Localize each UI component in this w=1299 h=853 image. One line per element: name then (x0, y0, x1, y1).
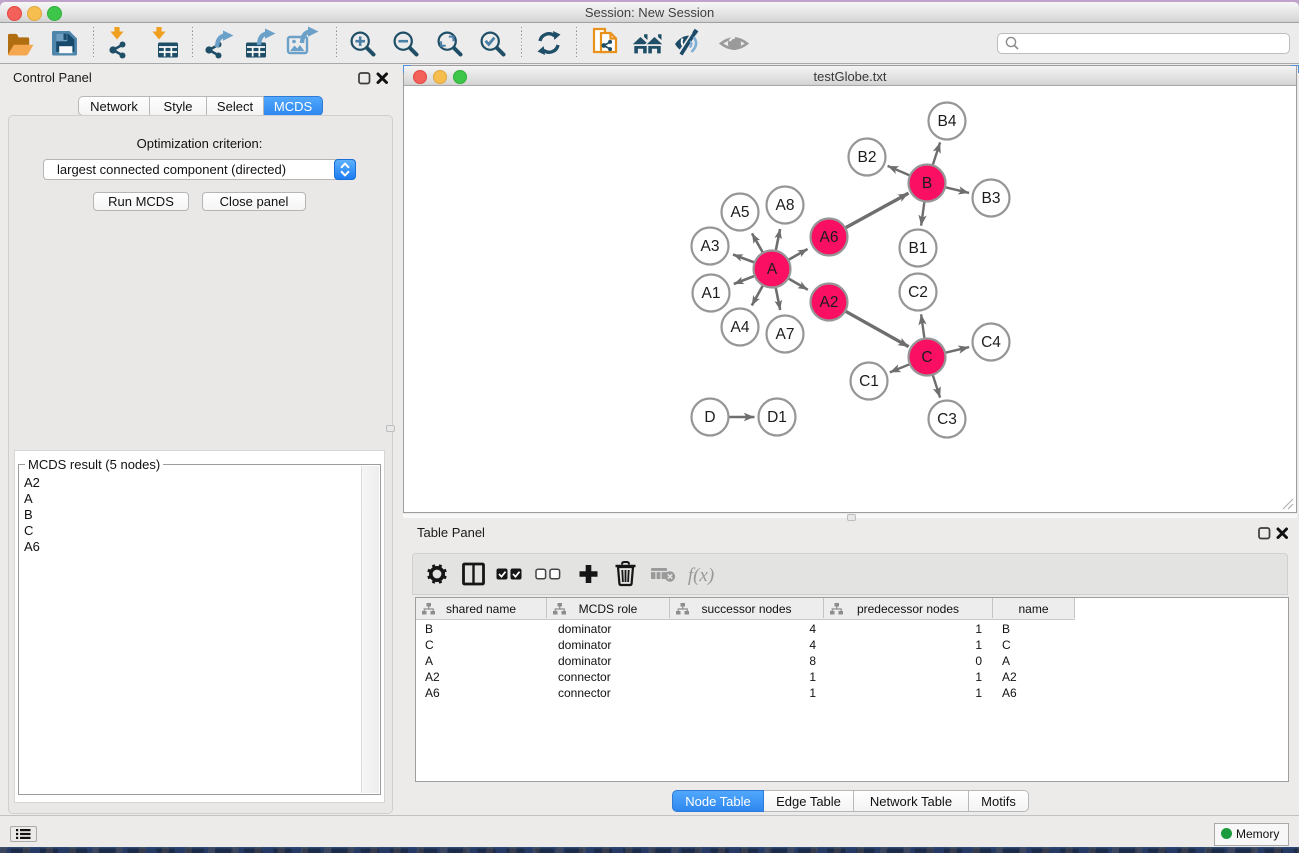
svg-text:D1: D1 (767, 409, 787, 426)
svg-text:C4: C4 (981, 334, 1001, 351)
svg-text:A3: A3 (701, 238, 720, 255)
svg-text:C3: C3 (937, 411, 957, 428)
svg-text:C1: C1 (859, 373, 879, 390)
svg-text:B2: B2 (858, 149, 877, 166)
svg-text:C2: C2 (908, 284, 928, 301)
svg-text:A1: A1 (702, 285, 721, 302)
svg-text:B4: B4 (938, 113, 957, 130)
svg-text:A2: A2 (820, 294, 839, 311)
svg-text:C: C (921, 349, 932, 366)
svg-text:B: B (922, 175, 932, 192)
svg-text:B1: B1 (909, 240, 928, 257)
svg-text:B3: B3 (982, 190, 1001, 207)
svg-text:A: A (767, 261, 778, 278)
svg-text:f(x): f(x) (688, 565, 714, 586)
svg-text:D: D (704, 409, 715, 426)
svg-text:A4: A4 (731, 319, 750, 336)
svg-text:A7: A7 (776, 326, 795, 343)
svg-text:A5: A5 (731, 204, 750, 221)
svg-text:A6: A6 (820, 229, 839, 246)
svg-text:A8: A8 (776, 197, 795, 214)
